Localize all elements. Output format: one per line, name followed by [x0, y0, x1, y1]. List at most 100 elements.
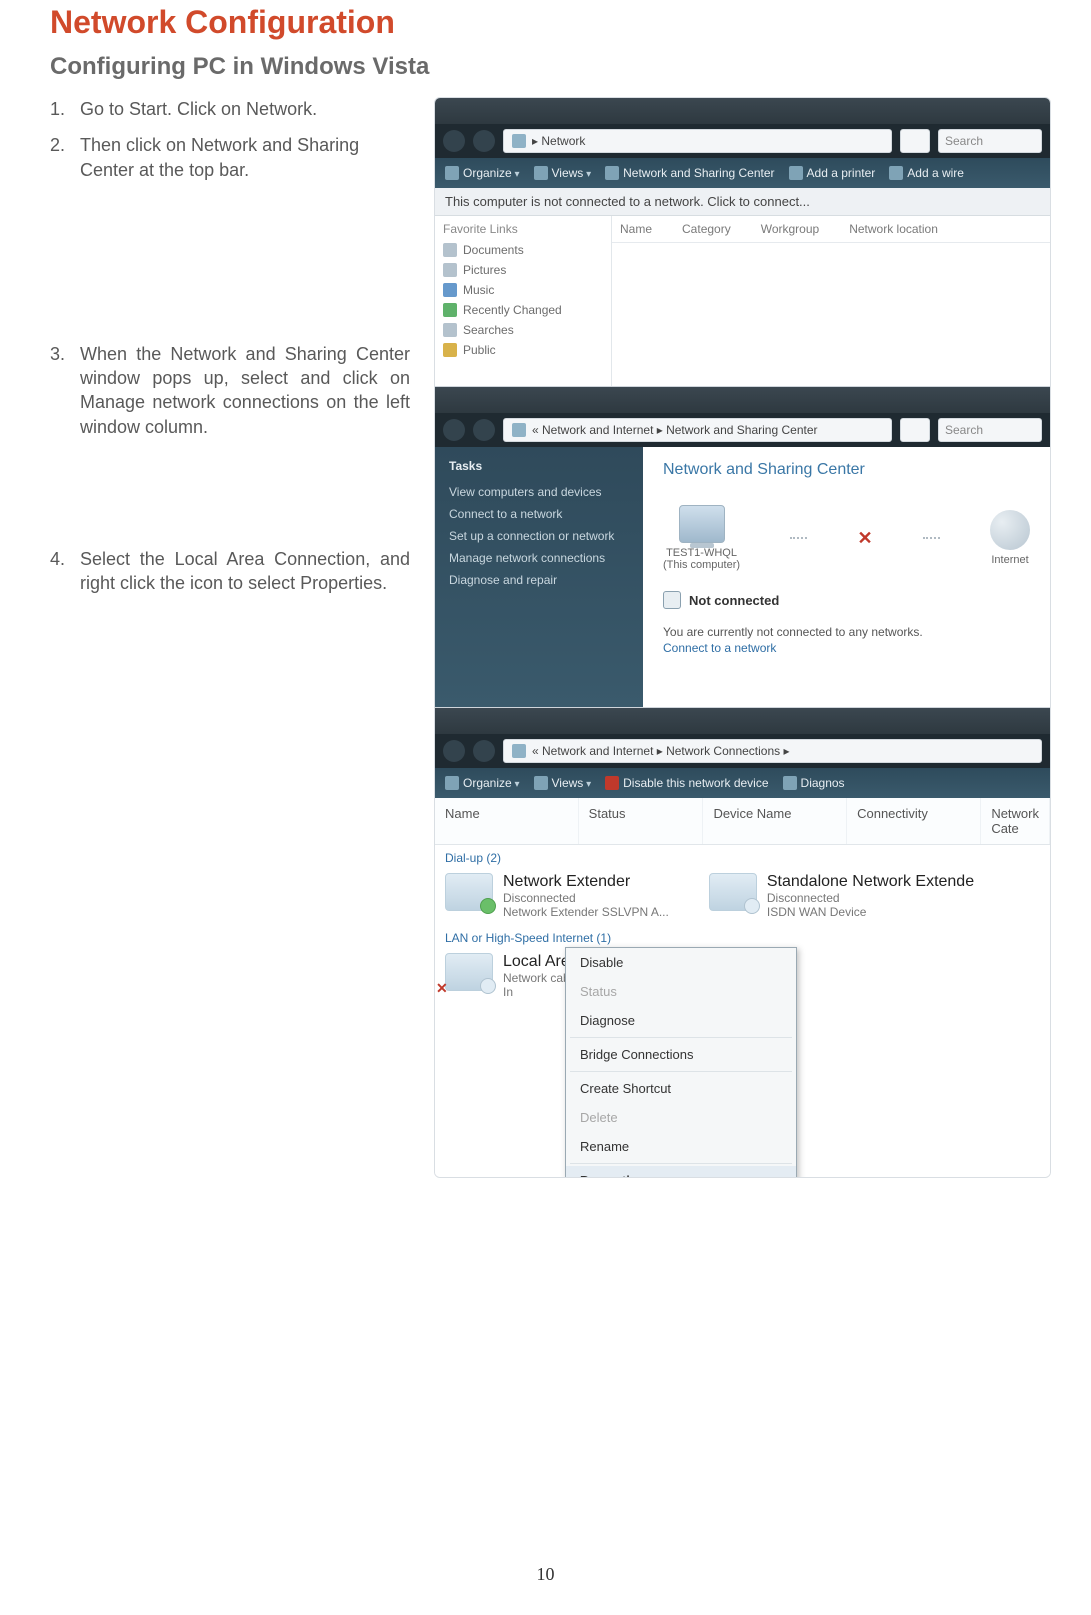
modem-icon: [445, 873, 493, 911]
views-menu[interactable]: Views: [534, 776, 592, 791]
organize-icon: [445, 776, 459, 790]
command-bar: Organize Views Network and Sharing Cente…: [435, 158, 1050, 188]
map-link-left: [790, 537, 807, 539]
col-category[interactable]: Category: [682, 222, 731, 236]
address-field[interactable]: ▸ Network: [503, 129, 892, 153]
step-1-text: Go to Start. Click on Network.: [80, 97, 410, 121]
col-device-name[interactable]: Device Name: [703, 798, 847, 844]
nic-icon: [445, 953, 493, 991]
map-link-right: [923, 537, 940, 539]
fav-music[interactable]: Music: [443, 280, 603, 300]
group-lan[interactable]: LAN or High-Speed Internet (1): [435, 925, 1050, 947]
organize-menu[interactable]: Organize: [445, 166, 520, 181]
documents-icon: [443, 243, 457, 257]
ctx-create-shortcut[interactable]: Create Shortcut: [566, 1074, 796, 1103]
disconnect-icon: ✕: [857, 528, 872, 549]
search-input[interactable]: Search: [938, 418, 1042, 442]
fav-pictures[interactable]: Pictures: [443, 260, 603, 280]
printer-icon: [789, 166, 803, 180]
ctx-disable[interactable]: Disable: [566, 948, 796, 977]
command-bar: Organize Views Disable this network devi…: [435, 768, 1050, 798]
conn-device: Network Extender SSLVPN A...: [503, 905, 669, 919]
ctx-diagnose[interactable]: Diagnose: [566, 1006, 796, 1035]
node-pc-name: TEST1-WHQL: [663, 547, 740, 559]
address-bar: ▸ Network Search: [435, 124, 1050, 158]
step-2: 2. Then click on Network and Sharing Cen…: [50, 133, 410, 182]
task-setup-connection[interactable]: Set up a connection or network: [449, 525, 629, 547]
address-field[interactable]: « Network and Internet ▸ Network and Sha…: [503, 418, 892, 442]
col-network-category[interactable]: Network Cate: [981, 798, 1050, 844]
window-titlebar: [435, 387, 1050, 413]
modem-icon: [709, 873, 757, 911]
step-1-num: 1.: [50, 97, 80, 121]
tasks-header: Tasks: [449, 459, 629, 473]
nav-back-button[interactable]: [443, 740, 465, 762]
organize-menu[interactable]: Organize: [445, 776, 520, 791]
add-printer-button[interactable]: Add a printer: [789, 166, 876, 181]
tasks-pane: Tasks View computers and devices Connect…: [435, 447, 643, 707]
ctx-properties[interactable]: Properties: [566, 1166, 796, 1178]
favorite-links-header: Favorite Links: [443, 222, 603, 236]
fav-public[interactable]: Public: [443, 340, 603, 360]
globe-icon: [990, 510, 1030, 550]
ctx-separator: [570, 1037, 792, 1038]
network-status-icon: [663, 591, 681, 609]
nav-fwd-button[interactable]: [473, 740, 495, 762]
views-menu[interactable]: Views: [534, 166, 592, 181]
searches-icon: [443, 323, 457, 337]
task-connect-network[interactable]: Connect to a network: [449, 503, 629, 525]
search-input[interactable]: Search: [938, 129, 1042, 153]
refresh-button[interactable]: [900, 418, 930, 442]
nav-fwd-button[interactable]: [473, 419, 495, 441]
address-text: « Network and Internet ▸ Network and Sha…: [532, 423, 818, 437]
not-connected-message: You are currently not connected to any n…: [663, 625, 1030, 639]
nav-fwd-button[interactable]: [473, 130, 495, 152]
col-network-location[interactable]: Network location: [849, 222, 938, 236]
task-diagnose-repair[interactable]: Diagnose and repair: [449, 569, 629, 591]
control-panel-icon: [512, 423, 526, 437]
diagnose-button[interactable]: Diagnos: [783, 776, 845, 791]
screenshot-network-connections: « Network and Internet ▸ Network Connect…: [435, 708, 1050, 1177]
fav-recently-changed[interactable]: Recently Changed: [443, 300, 603, 320]
computer-icon: [679, 505, 725, 543]
address-field[interactable]: « Network and Internet ▸ Network Connect…: [503, 739, 1042, 763]
disable-device-button[interactable]: Disable this network device: [605, 776, 768, 791]
connect-to-network-link[interactable]: Connect to a network: [663, 641, 1030, 655]
col-status[interactable]: Status: [579, 798, 704, 844]
group-dialup[interactable]: Dial-up (2): [435, 845, 1050, 867]
ctx-separator: [570, 1071, 792, 1072]
step-4: 4. Select the Local Area Connection, and…: [50, 547, 410, 596]
nav-back-button[interactable]: [443, 419, 465, 441]
ctx-status: Status: [566, 977, 796, 1006]
node-internet-label: Internet: [990, 554, 1030, 566]
screenshot-network-sharing-center: « Network and Internet ▸ Network and Sha…: [435, 387, 1050, 708]
connection-standalone-extender[interactable]: Standalone Network Extende Disconnected …: [709, 867, 974, 925]
ctx-bridge[interactable]: Bridge Connections: [566, 1040, 796, 1069]
col-connectivity[interactable]: Connectivity: [847, 798, 981, 844]
refresh-button[interactable]: [900, 129, 930, 153]
col-name[interactable]: Name: [435, 798, 579, 844]
nav-back-button[interactable]: [443, 130, 465, 152]
col-name[interactable]: Name: [620, 222, 652, 236]
step-3-text: When the Network and Sharing Center wind…: [80, 342, 410, 439]
step-2-num: 2.: [50, 133, 80, 182]
nsc-content: Network and Sharing Center TEST1-WHQL (T…: [643, 447, 1050, 707]
connection-network-extender[interactable]: Network Extender Disconnected Network Ex…: [445, 867, 669, 925]
network-sharing-center-button[interactable]: Network and Sharing Center: [605, 166, 774, 181]
add-wireless-button[interactable]: Add a wire: [889, 166, 964, 181]
address-text: « Network and Internet ▸ Network Connect…: [532, 744, 790, 758]
nsc-icon: [605, 166, 619, 180]
task-view-computers[interactable]: View computers and devices: [449, 481, 629, 503]
task-manage-connections[interactable]: Manage network connections: [449, 547, 629, 569]
conn-status: Disconnected: [503, 891, 669, 905]
screenshot-network-explorer: ▸ Network Search Organize Views Network …: [435, 98, 1050, 387]
fav-documents[interactable]: Documents: [443, 240, 603, 260]
info-bar[interactable]: This computer is not connected to a netw…: [435, 188, 1050, 216]
column-headers: Name Status Device Name Connectivity Net…: [435, 798, 1050, 845]
pictures-icon: [443, 263, 457, 277]
ctx-rename[interactable]: Rename: [566, 1132, 796, 1161]
conn-name: Network Extender: [503, 873, 669, 891]
favorite-links-pane: Favorite Links Documents Pictures Music …: [435, 216, 612, 386]
fav-searches[interactable]: Searches: [443, 320, 603, 340]
col-workgroup[interactable]: Workgroup: [761, 222, 819, 236]
